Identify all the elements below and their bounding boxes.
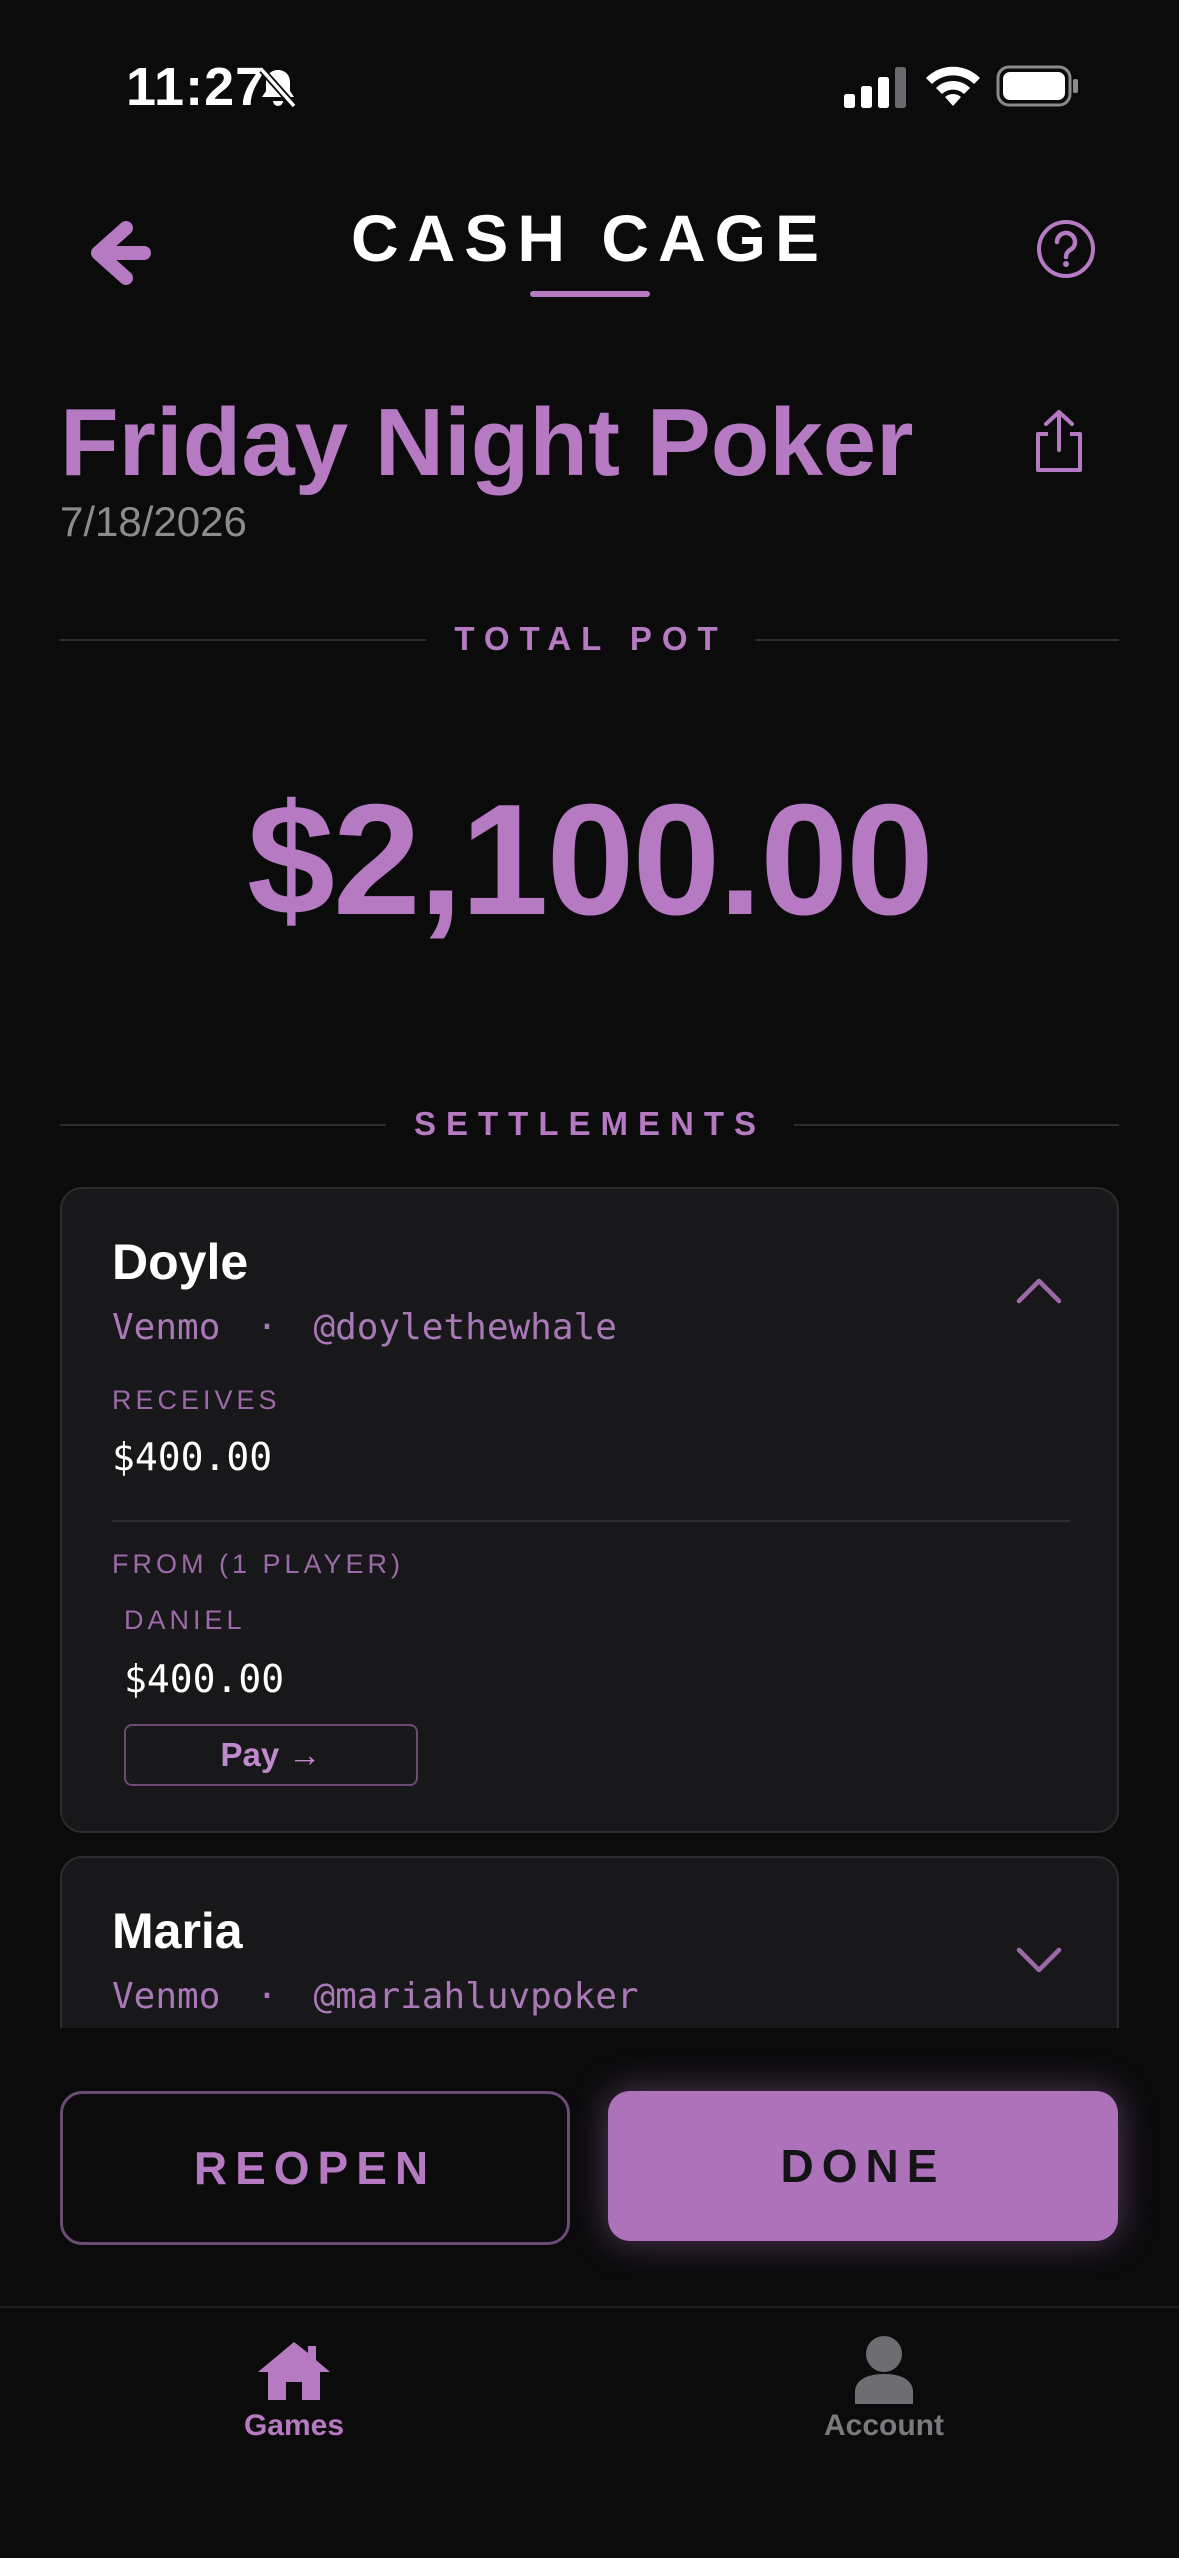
payment-method-name: Venmo bbox=[112, 1307, 221, 1348]
card-divider bbox=[112, 1520, 1070, 1522]
tab-games[interactable]: Games bbox=[194, 2338, 394, 2443]
settlement-card-doyle: Doyle Venmo · @doylethewhale RECEIVES $4… bbox=[60, 1187, 1119, 1833]
divider-left bbox=[60, 639, 426, 641]
total-pot-amount: $2,100.00 bbox=[247, 772, 934, 948]
payer-amount: $400.00 bbox=[124, 1657, 285, 1701]
venmo-handle: @mariahluvpoker bbox=[313, 1976, 639, 2017]
battery-icon bbox=[996, 65, 1078, 107]
share-icon[interactable] bbox=[1030, 408, 1088, 476]
divider-right bbox=[794, 1124, 1119, 1126]
tab-label-games: Games bbox=[243, 2409, 345, 2442]
tab-bar: Games Account bbox=[0, 2306, 1179, 2558]
game-title: Friday Night Poker bbox=[60, 389, 914, 496]
reopen-button[interactable]: REOPEN bbox=[60, 2091, 570, 2245]
person-icon bbox=[855, 2336, 913, 2404]
receives-label: RECEIVES bbox=[112, 1385, 281, 1415]
app-title: CASH CAGE bbox=[350, 201, 829, 275]
payment-method: Venmo · @mariahluvpoker bbox=[112, 1976, 639, 2017]
recipient-name: Maria bbox=[112, 1903, 243, 1959]
chevron-up-icon[interactable] bbox=[1014, 1273, 1064, 1307]
venmo-handle: @doylethewhale bbox=[313, 1307, 617, 1348]
separator: · bbox=[256, 1307, 278, 1348]
total-pot-label: TOTAL POT bbox=[454, 620, 728, 657]
status-time: 11:27 bbox=[126, 57, 267, 117]
bell-muted-icon bbox=[259, 67, 297, 109]
divider-right bbox=[756, 639, 1119, 641]
game-date: 7/18/2026 bbox=[60, 498, 247, 545]
separator: · bbox=[256, 1976, 278, 2017]
cellular-signal-icon bbox=[844, 67, 906, 108]
payment-method-name: Venmo bbox=[112, 1976, 221, 2017]
divider-left bbox=[60, 1124, 386, 1126]
payment-method: Venmo · @doylethewhale bbox=[112, 1307, 617, 1348]
tab-account[interactable]: Account bbox=[784, 2334, 984, 2443]
pay-button[interactable]: Pay → bbox=[124, 1724, 418, 1786]
done-button[interactable]: DONE bbox=[608, 2091, 1118, 2241]
from-label: FROM (1 PLAYER) bbox=[112, 1549, 405, 1579]
help-icon[interactable] bbox=[1035, 218, 1097, 280]
tab-label-account: Account bbox=[824, 2409, 944, 2442]
home-icon bbox=[258, 2342, 330, 2400]
recipient-name: Doyle bbox=[112, 1234, 249, 1290]
settlements-label: SETTLEMENTS bbox=[413, 1105, 766, 1142]
payer-name: DANIEL bbox=[124, 1605, 246, 1635]
receives-amount: $400.00 bbox=[112, 1435, 273, 1479]
title-underline bbox=[530, 291, 650, 297]
wifi-icon bbox=[926, 66, 980, 106]
chevron-down-icon[interactable] bbox=[1014, 1944, 1064, 1978]
